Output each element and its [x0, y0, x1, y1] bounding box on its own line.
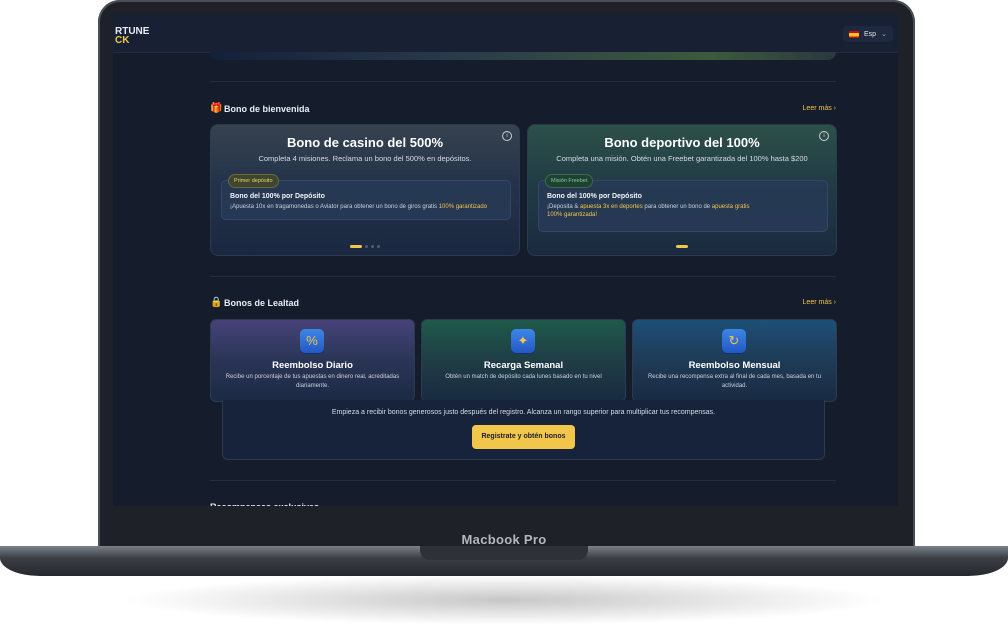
divider: [210, 276, 836, 277]
sports-bonus-title: Bono deportivo del 100%: [604, 135, 760, 150]
laptop-notch: [420, 546, 588, 560]
daily-cashback-desc: Recibe un porcentaje de tus apuestas en …: [225, 374, 400, 389]
monthly-cashback-title: Reembolso Mensual: [688, 360, 781, 371]
welcome-section-header: 🎁 Bono de bienvenida Leer más ›: [210, 103, 836, 117]
weekly-reload-desc: Obtén un match de depósito cada lunes ba…: [445, 374, 602, 380]
daily-cashback-title: Reembolso Diario: [272, 360, 353, 371]
carousel-dot[interactable]: [377, 245, 380, 248]
sports-bonus-subtitle: Completa una misión. Obtén una Freebet g…: [556, 154, 808, 163]
sports-bonus-card[interactable]: Bono deportivo del 100% Completa una mis…: [527, 124, 837, 256]
casino-bonus-subtitle: Completa 4 misiones. Reclama un bono del…: [258, 154, 472, 163]
sports-mission-highlight2: apuesta gratis: [711, 204, 750, 210]
sports-mission-highlight3: 100% garantizada!: [547, 212, 598, 218]
welcome-section-title: Bono de bienvenida: [224, 104, 310, 114]
spain-flag-icon: [849, 30, 859, 38]
chevron-down-icon: ⌄: [881, 31, 887, 38]
carousel-dot[interactable]: [371, 245, 374, 248]
gift-icon: 🎁: [210, 103, 223, 114]
logo-line2: CK: [115, 35, 130, 46]
calendar-percent-icon: %: [300, 329, 324, 353]
loyalty-read-more-label: Leer más: [802, 299, 832, 306]
device-label: Macbook Pro: [461, 532, 547, 547]
carousel-dots: [528, 245, 836, 248]
loyalty-read-more-link[interactable]: Leer más ›: [803, 299, 836, 306]
divider: [210, 81, 836, 82]
casino-mission-desc-text: ¡Apuesta 10x en tragamonedas o Aviator p…: [230, 204, 439, 210]
casino-mission-box: Primer depósito Bono del 100% por Depósi…: [221, 174, 511, 220]
carousel-dot[interactable]: [365, 245, 368, 248]
casino-mission-desc: ¡Apuesta 10x en tragamonedas o Aviator p…: [230, 203, 506, 211]
casino-mission-highlight: 100% garantizado: [438, 204, 488, 210]
weekly-reload-card[interactable]: ✦ Recarga Semanal Obtén un match de depó…: [421, 319, 626, 402]
screen: RTUNE CK Esp ⌄ 🎁 Bono de bienvenida Leer…: [113, 14, 898, 506]
carousel-dot-active[interactable]: [350, 245, 362, 248]
welcome-read-more-link[interactable]: Leer más ›: [803, 105, 836, 112]
freebet-mission-badge: Misión Freebet: [545, 174, 594, 188]
site-logo[interactable]: RTUNE CK: [115, 27, 149, 46]
carousel-dot-active[interactable]: [676, 245, 688, 248]
next-section-title-partial: Recompensas exclusivas: [210, 502, 319, 506]
info-icon[interactable]: i: [502, 131, 512, 141]
welcome-read-more-label: Leer más: [802, 105, 832, 112]
calendar-refresh-icon: ↻: [722, 329, 746, 353]
hero-banner-edge: [210, 52, 836, 60]
loyalty-section-title: Bonos de Lealtad: [224, 298, 300, 308]
sports-mission-box: Misión Freebet Bono del 100% por Depósit…: [538, 174, 828, 232]
lock-icon: 🔒: [210, 297, 223, 308]
language-label: Esp: [864, 30, 877, 38]
register-get-bonus-button[interactable]: Registrate y obtén bonos: [472, 425, 575, 449]
sports-mission-highlight1: apuesta 3x en deportes: [580, 204, 643, 210]
device-shadow: [120, 575, 890, 625]
loyalty-promo-text: Empieza a recibir bonos generosos justo …: [331, 409, 716, 416]
monthly-cashback-desc: Recibe una recompensa extra al final de …: [647, 374, 822, 389]
sports-mission-desc: ¡Deposita & apuesta 3x en deportes para …: [547, 203, 823, 219]
weekly-reload-title: Recarga Semanal: [483, 360, 564, 371]
gift-icon: ✦: [511, 329, 535, 353]
casino-bonus-card[interactable]: Bono de casino del 500% Completa 4 misio…: [210, 124, 520, 256]
loyalty-section-header: 🔒 Bonos de Lealtad Leer más ›: [210, 297, 836, 311]
sports-mission-desc-a: ¡Deposita &: [547, 204, 581, 210]
sports-mission-title: Bono del 100% por Depósito: [547, 193, 642, 200]
monthly-cashback-card[interactable]: ↻ Reembolso Mensual Recibe una recompens…: [632, 319, 837, 402]
daily-cashback-card[interactable]: % Reembolso Diario Recibe un porcentaje …: [210, 319, 415, 402]
casino-mission-title: Bono del 100% por Depósito: [230, 193, 325, 200]
loyalty-promo-panel: Empieza a recibir bonos generosos justo …: [222, 400, 825, 460]
casino-bonus-title: Bono de casino del 500%: [286, 135, 444, 150]
first-deposit-badge: Primer depósito: [228, 174, 279, 188]
sports-mission-desc-b: para obtener un bono de: [642, 204, 712, 210]
divider: [210, 480, 836, 481]
info-icon[interactable]: i: [819, 131, 829, 141]
carousel-dots: [211, 245, 519, 248]
top-bar: RTUNE CK Esp ⌄: [113, 14, 898, 53]
language-selector[interactable]: Esp ⌄: [843, 26, 893, 42]
